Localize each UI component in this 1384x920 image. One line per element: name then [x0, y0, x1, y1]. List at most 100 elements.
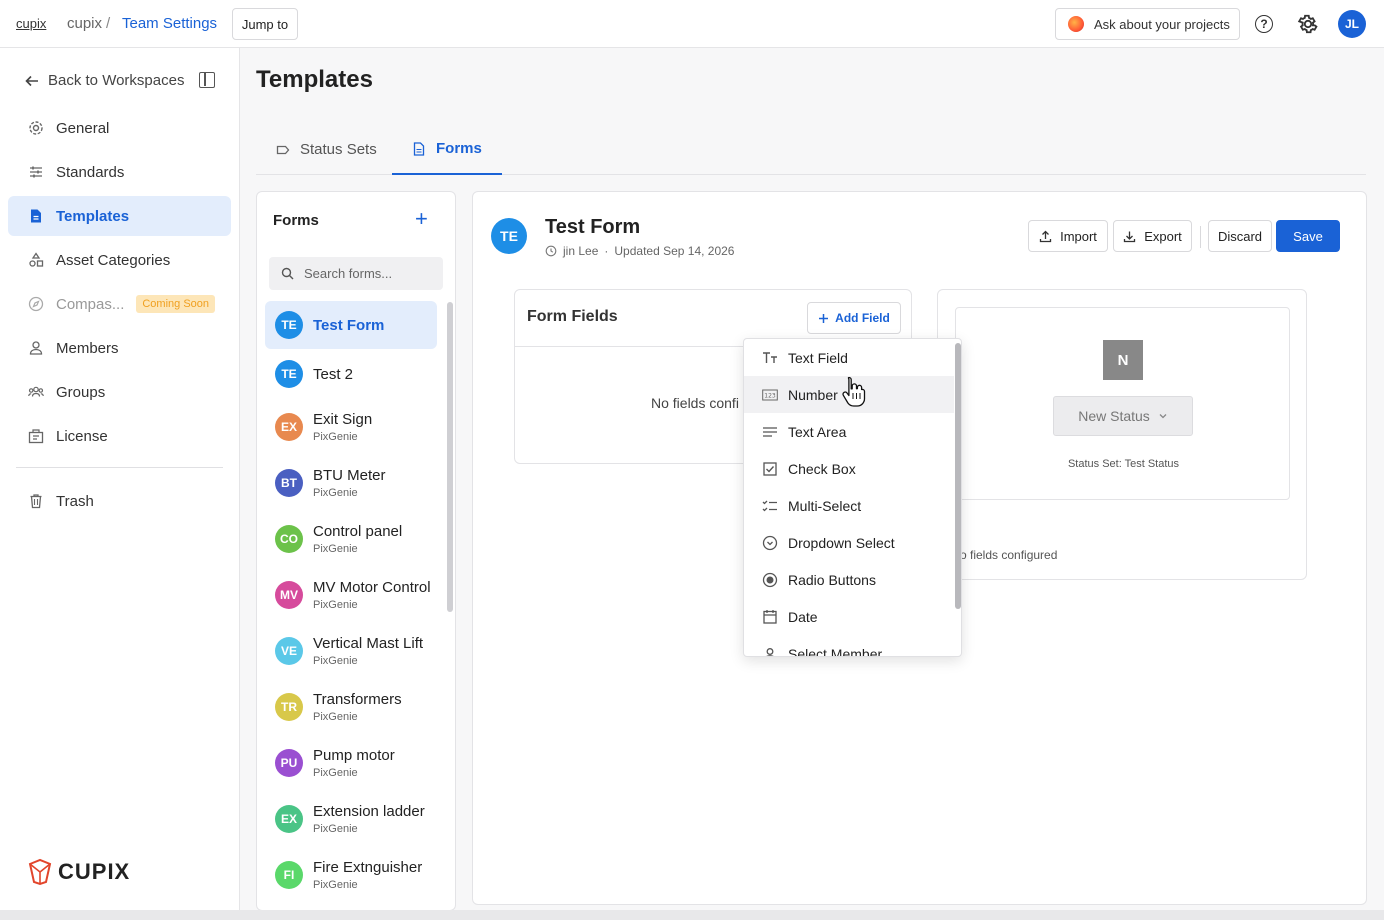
template-tabs: Status Sets Forms [256, 124, 1366, 175]
form-list-item[interactable]: FI Fire Extnguisher PixGenie [265, 851, 437, 899]
menu-item-radio-buttons[interactable]: Radio Buttons [744, 561, 954, 598]
page-title: Templates [256, 66, 373, 93]
form-list-item[interactable]: TR Transformers PixGenie [265, 683, 437, 731]
form-name: Pump motor [313, 747, 395, 764]
form-name: BTU Meter [313, 467, 386, 484]
tab-label: Forms [436, 140, 482, 157]
form-preview-card: N New Status Status Set: Test Status o f… [937, 289, 1307, 580]
text-area-icon [762, 424, 778, 440]
status-dropdown[interactable]: New Status [1053, 396, 1193, 436]
user-avatar[interactable]: JL [1338, 10, 1366, 38]
menu-item-label: Radio Buttons [788, 571, 876, 588]
sidebar-item-members[interactable]: Members [8, 328, 231, 368]
form-updated: Updated Sep 14, 2026 [614, 244, 735, 258]
bottom-status-strip [0, 910, 1384, 920]
plus-icon [819, 313, 829, 323]
ask-projects-button[interactable]: Ask about your projects [1055, 8, 1240, 40]
form-name: Test 2 [313, 365, 354, 383]
export-label: Export [1144, 228, 1182, 244]
form-meta: jin Lee · Updated Sep 14, 2026 [545, 244, 734, 258]
form-avatar: TR [275, 693, 303, 721]
breadcrumb-workspace[interactable]: cupix [67, 15, 102, 32]
menu-item-label: Number [788, 386, 838, 403]
sidebar-item-trash[interactable]: Trash [8, 481, 231, 521]
top-bar: cupix cupix / Team Settings Jump to Ask … [0, 0, 1384, 48]
button-separator [1200, 226, 1201, 248]
breadcrumb-current[interactable]: Team Settings [122, 15, 217, 32]
people-icon [28, 386, 44, 397]
add-field-label: Add Field [835, 311, 890, 325]
sliders-icon [30, 166, 42, 178]
sidebar-item-license[interactable]: License [8, 416, 231, 456]
form-name: Transformers [313, 691, 402, 708]
export-button[interactable]: Export [1113, 220, 1192, 252]
menu-item-label: Text Field [788, 349, 848, 366]
license-icon [28, 429, 44, 444]
settings-gear-icon[interactable] [1297, 13, 1319, 35]
tab-forms[interactable]: Forms [392, 124, 502, 175]
menu-item-date[interactable]: Date [744, 598, 954, 635]
form-list-item[interactable]: BT BTU Meter PixGenie [265, 459, 437, 507]
sidebar-item-label: License [56, 427, 108, 445]
menu-item-select-member[interactable]: Select Member [744, 635, 954, 656]
form-name: Vertical Mast Lift [313, 635, 424, 652]
sidebar-item-label: General [56, 119, 110, 137]
form-avatar: FI [275, 861, 303, 889]
form-avatar: MV [275, 581, 303, 609]
breadcrumb-separator: / [106, 15, 111, 32]
history-icon [545, 245, 557, 257]
form-list-item[interactable]: CO Control panel PixGenie [265, 515, 437, 563]
sidebar-item-asset-categories[interactable]: Asset Categories [8, 240, 231, 280]
sidebar-item-general[interactable]: General [8, 108, 231, 148]
menu-item-multi-select[interactable]: Multi-Select [744, 487, 954, 524]
form-list-item[interactable]: MV MV Motor Control PixGenie [265, 571, 437, 619]
breadcrumb-home-link[interactable]: cupix [16, 16, 46, 31]
form-source: PixGenie [313, 599, 358, 611]
menu-scrollbar[interactable] [955, 343, 961, 609]
back-label: Back to Workspaces [48, 72, 185, 89]
form-list-item[interactable]: TE Test Form [265, 301, 437, 349]
tab-status-sets[interactable]: Status Sets [256, 124, 397, 175]
checkbox-icon [762, 461, 778, 477]
add-form-button[interactable]: + [415, 208, 428, 230]
import-label: Import [1060, 228, 1097, 244]
sidebar-item-groups[interactable]: Groups [8, 372, 231, 412]
menu-item-check-box[interactable]: Check Box [744, 450, 954, 487]
jump-to-button[interactable]: Jump to [232, 8, 298, 40]
multi-select-icon [762, 498, 778, 514]
search-icon [281, 267, 294, 280]
back-to-workspaces-link[interactable]: Back to Workspaces [24, 72, 184, 89]
form-list-item[interactable]: EX Exit Sign PixGenie [265, 403, 437, 451]
save-button[interactable]: Save [1276, 220, 1340, 252]
menu-item-label: Text Area [788, 423, 847, 440]
collapse-sidebar-icon[interactable] [199, 72, 215, 88]
form-list-item[interactable]: PU Pump motor PixGenie [265, 739, 437, 787]
form-title[interactable]: Test Form [545, 216, 640, 239]
ai-sparkle-icon [1068, 16, 1084, 32]
form-list-item[interactable]: VE Vertical Mast Lift PixGenie [265, 627, 437, 675]
menu-item-text-area[interactable]: Text Area [744, 413, 954, 450]
sidebar-item-standards[interactable]: Standards [8, 152, 231, 192]
sidebar-item-label: Trash [56, 492, 94, 510]
form-source: PixGenie [313, 431, 358, 443]
menu-item-dropdown-select[interactable]: Dropdown Select [744, 524, 954, 561]
menu-item-text-field[interactable]: Text Field [744, 339, 954, 376]
search-forms-input[interactable]: Search forms... [269, 257, 443, 290]
form-avatar: TE [275, 311, 303, 339]
help-icon[interactable]: ? [1255, 15, 1273, 33]
import-button[interactable]: Import [1028, 220, 1108, 252]
add-field-button[interactable]: Add Field [807, 302, 901, 334]
form-avatar: VE [275, 637, 303, 665]
coming-soon-badge: Coming Soon [136, 295, 216, 313]
form-name: Control panel [313, 523, 403, 540]
forms-list-scrollbar[interactable] [447, 302, 453, 612]
status-preview: N New Status Status Set: Test Status [955, 307, 1290, 500]
form-list-item[interactable]: TE Test 2 [265, 350, 437, 398]
discard-button[interactable]: Discard [1208, 220, 1272, 252]
chevron-down-icon [1159, 414, 1167, 419]
sidebar-item-templates[interactable]: Templates [8, 196, 231, 236]
hand-pointer-cursor-icon [842, 376, 866, 407]
download-icon [1124, 231, 1136, 242]
status-dropdown-label: New Status [1078, 408, 1150, 424]
form-list-item[interactable]: EX Extension ladder PixGenie [265, 795, 437, 843]
